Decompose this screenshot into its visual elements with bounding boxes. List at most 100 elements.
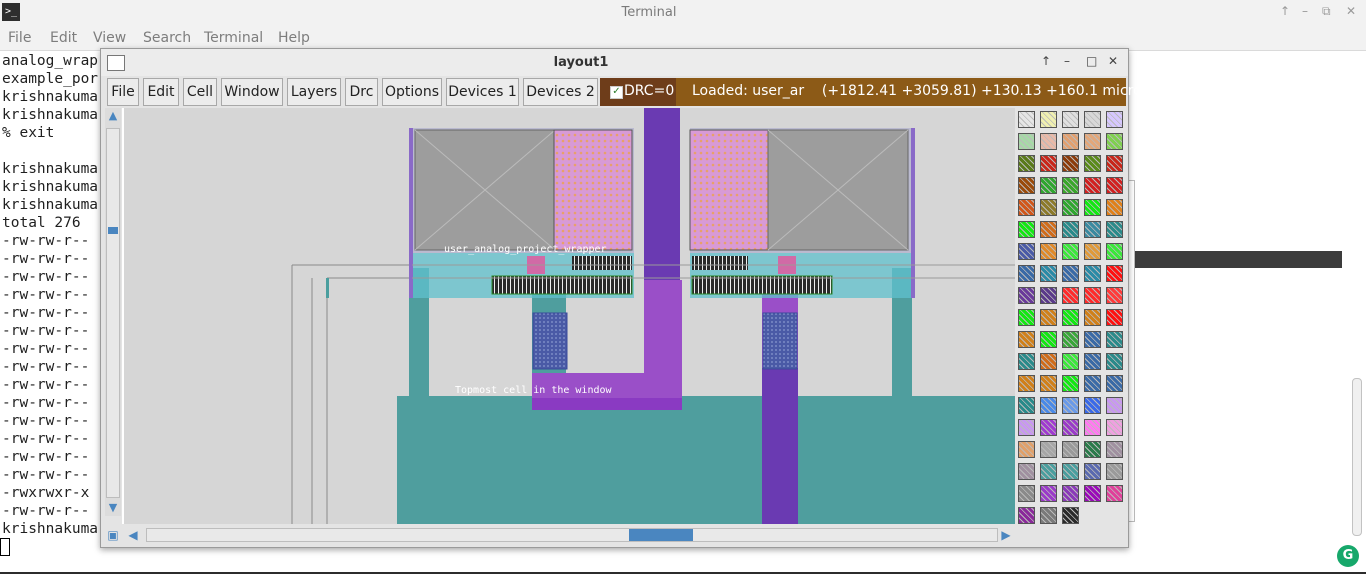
layer-swatch[interactable] [1040, 441, 1057, 458]
horizontal-scroll-track[interactable] [146, 528, 998, 542]
layer-swatch[interactable] [1106, 221, 1123, 238]
layer-swatch[interactable] [1106, 485, 1123, 502]
layer-swatch[interactable] [1062, 221, 1079, 238]
layer-swatch[interactable] [1040, 419, 1057, 436]
layer-swatch[interactable] [1018, 133, 1035, 150]
layer-swatch[interactable] [1062, 177, 1079, 194]
terminal-minimize-icon[interactable]: – [1302, 4, 1308, 18]
layer-swatch[interactable] [1040, 507, 1057, 524]
layer-swatch[interactable] [1040, 287, 1057, 304]
layer-swatch[interactable] [1062, 353, 1079, 370]
menu-file-button[interactable]: File [107, 78, 139, 106]
vertical-scrollbar[interactable]: ▲ ▼ [105, 108, 121, 516]
terminal-menu-view[interactable]: View [93, 30, 126, 46]
layer-swatch[interactable] [1084, 309, 1101, 326]
layer-swatch[interactable] [1084, 243, 1101, 260]
layer-swatch[interactable] [1106, 287, 1123, 304]
layer-swatch[interactable] [1084, 463, 1101, 480]
layer-swatch[interactable] [1018, 309, 1035, 326]
layer-swatch[interactable] [1106, 309, 1123, 326]
scroll-down-icon[interactable]: ▼ [105, 500, 121, 516]
layer-swatch[interactable] [1106, 199, 1123, 216]
layer-swatch[interactable] [1106, 331, 1123, 348]
layer-swatch[interactable] [1062, 309, 1079, 326]
layer-swatch[interactable] [1018, 331, 1035, 348]
layer-swatch[interactable] [1084, 375, 1101, 392]
layer-swatch[interactable] [1106, 243, 1123, 260]
layer-swatch[interactable] [1040, 397, 1057, 414]
layer-swatch[interactable] [1062, 287, 1079, 304]
layer-swatch[interactable] [1084, 155, 1101, 172]
layer-swatch[interactable] [1084, 485, 1101, 502]
layer-swatch[interactable] [1040, 331, 1057, 348]
menu-cell-button[interactable]: Cell [183, 78, 217, 106]
layer-swatch[interactable] [1106, 463, 1123, 480]
layer-swatch[interactable] [1018, 353, 1035, 370]
layer-swatch[interactable] [1018, 199, 1035, 216]
layer-swatch[interactable] [1106, 419, 1123, 436]
menu-devices2-button[interactable]: Devices 2 [523, 78, 598, 106]
layer-swatch[interactable] [1084, 287, 1101, 304]
layer-swatch[interactable] [1106, 177, 1123, 194]
layer-swatch[interactable] [1106, 155, 1123, 172]
layer-swatch[interactable] [1040, 155, 1057, 172]
zoom-box-icon[interactable]: ▣ [105, 527, 121, 543]
layer-swatch[interactable] [1018, 287, 1035, 304]
layer-swatch[interactable] [1062, 485, 1079, 502]
layer-swatch[interactable] [1040, 265, 1057, 282]
layout-maximize-icon[interactable]: □ [1086, 54, 1097, 68]
layer-palette[interactable] [1015, 108, 1125, 526]
layer-swatch[interactable] [1040, 309, 1057, 326]
layer-swatch[interactable] [1106, 265, 1123, 282]
terminal-output[interactable]: analog_wrap example_por krishnakuma krishna… [2, 52, 102, 538]
layer-swatch[interactable] [1106, 441, 1123, 458]
layer-swatch[interactable] [1040, 353, 1057, 370]
layer-swatch[interactable] [1018, 485, 1035, 502]
layer-swatch[interactable] [1018, 243, 1035, 260]
scroll-right-icon[interactable]: ▶ [998, 527, 1014, 543]
layer-swatch[interactable] [1106, 375, 1123, 392]
layer-swatch[interactable] [1062, 243, 1079, 260]
layer-swatch[interactable] [1018, 419, 1035, 436]
menu-devices1-button[interactable]: Devices 1 [446, 78, 519, 106]
layer-swatch[interactable] [1018, 507, 1035, 524]
layer-swatch[interactable] [1084, 419, 1101, 436]
layer-swatch[interactable] [1062, 155, 1079, 172]
terminal-menu-search[interactable]: Search [143, 30, 191, 46]
menu-drc-button[interactable]: Drc [345, 78, 378, 106]
horizontal-scrollbar[interactable]: ▣ ◀ ▶ [101, 524, 1128, 546]
layer-swatch[interactable] [1084, 331, 1101, 348]
layer-swatch[interactable] [1106, 133, 1123, 150]
menu-edit-button[interactable]: Edit [143, 78, 179, 106]
layout-minimize-icon[interactable]: – [1064, 54, 1070, 68]
layer-swatch[interactable] [1084, 221, 1101, 238]
terminal-menu-terminal[interactable]: Terminal [204, 30, 263, 46]
layer-swatch[interactable] [1062, 441, 1079, 458]
layer-swatch[interactable] [1040, 133, 1057, 150]
layer-swatch[interactable] [1106, 353, 1123, 370]
terminal-menu-edit[interactable]: Edit [50, 30, 77, 46]
layer-swatch[interactable] [1062, 133, 1079, 150]
terminal-close-icon[interactable]: ✕ [1346, 4, 1356, 18]
layer-swatch[interactable] [1040, 177, 1057, 194]
layer-swatch[interactable] [1018, 265, 1035, 282]
layer-swatch[interactable] [1040, 199, 1057, 216]
terminal-menu-help[interactable]: Help [278, 30, 310, 46]
layer-swatch[interactable] [1084, 177, 1101, 194]
horizontal-scroll-thumb[interactable] [629, 529, 693, 541]
layer-swatch[interactable] [1062, 419, 1079, 436]
layer-swatch[interactable] [1040, 243, 1057, 260]
layer-swatch[interactable] [1040, 375, 1057, 392]
layer-swatch[interactable] [1018, 463, 1035, 480]
layer-swatch[interactable] [1018, 375, 1035, 392]
layout-close-icon[interactable]: ✕ [1108, 54, 1118, 68]
layer-swatch[interactable] [1106, 397, 1123, 414]
layer-swatch[interactable] [1106, 111, 1123, 128]
drc-toggle[interactable]: ✓ DRC=0 [600, 78, 676, 106]
layer-swatch[interactable] [1018, 221, 1035, 238]
layer-swatch[interactable] [1062, 507, 1079, 524]
layer-swatch[interactable] [1084, 199, 1101, 216]
layer-swatch[interactable] [1062, 199, 1079, 216]
layer-swatch[interactable] [1018, 111, 1035, 128]
layer-swatch[interactable] [1084, 441, 1101, 458]
